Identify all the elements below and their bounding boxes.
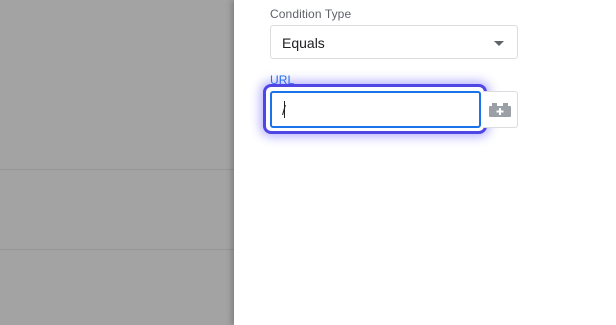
backdrop-row-divider: [0, 169, 234, 170]
condition-type-value: Equals: [282, 35, 325, 51]
app-root: Condition Type Equals URL: [0, 0, 616, 325]
modal-backdrop[interactable]: [0, 0, 234, 325]
url-input[interactable]: [270, 91, 481, 128]
variable-picker-button[interactable]: [483, 91, 518, 128]
trigger-condition-panel: Condition Type Equals URL: [234, 0, 616, 325]
condition-type-label: Condition Type: [270, 7, 352, 21]
backdrop-row-divider: [0, 249, 234, 250]
text-cursor: [284, 101, 285, 118]
brick-plus-icon: [489, 103, 511, 117]
caret-down-icon: [494, 41, 504, 46]
condition-type-select[interactable]: Equals: [270, 25, 518, 59]
